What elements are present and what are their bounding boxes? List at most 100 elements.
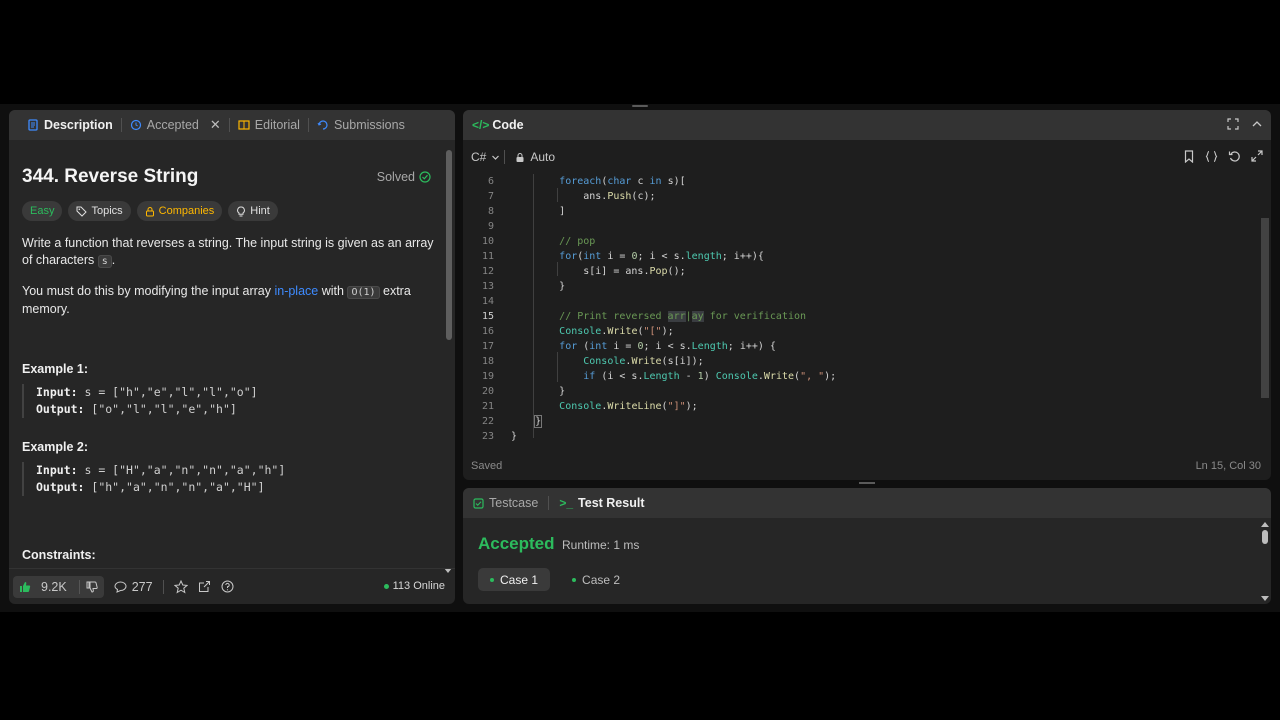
book-icon bbox=[238, 120, 250, 130]
test-result-panel: Testcase >_ Test Result Accepted Runtime… bbox=[463, 488, 1271, 604]
case-2-tab[interactable]: Case 2 bbox=[560, 568, 632, 591]
companies-label: Companies bbox=[158, 205, 215, 217]
line-number: 9 bbox=[487, 221, 494, 232]
cursor-position: Ln 15, Col 30 bbox=[1195, 460, 1261, 472]
panel-resize-handle[interactable] bbox=[859, 482, 875, 484]
check-circle-icon bbox=[419, 171, 431, 183]
inline-code: s bbox=[97, 255, 112, 268]
scroll-down-icon[interactable] bbox=[1261, 596, 1269, 601]
tag-icon bbox=[76, 206, 88, 217]
online-dot-icon bbox=[383, 583, 389, 589]
editor-scrollbar[interactable] bbox=[1261, 218, 1269, 398]
case-1-tab[interactable]: Case 1 bbox=[478, 568, 551, 591]
star-icon[interactable] bbox=[173, 579, 188, 594]
constraints-title: Constraints: bbox=[22, 548, 96, 562]
dislike-button[interactable] bbox=[80, 581, 104, 593]
code-line: ] bbox=[511, 206, 566, 217]
in-place-link[interactable]: in-place bbox=[274, 284, 318, 298]
like-button[interactable]: 9.2K bbox=[13, 580, 79, 594]
tab-editorial-label: Editorial bbox=[254, 118, 300, 132]
lock-icon bbox=[516, 152, 524, 162]
tab-testcase[interactable]: Testcase bbox=[473, 496, 538, 510]
line-number: 12 bbox=[481, 266, 494, 277]
lock-icon bbox=[145, 206, 154, 216]
code-line: Console.Write("["); bbox=[559, 326, 674, 337]
code-panel-title: Code bbox=[492, 118, 524, 132]
line-number: 16 bbox=[481, 326, 494, 337]
description-scrollbar[interactable] bbox=[446, 150, 452, 340]
output-label: Output: bbox=[36, 480, 85, 494]
line-number: 10 bbox=[481, 236, 494, 247]
problem-tags: Easy Topics Companies Hint bbox=[22, 201, 278, 221]
submissions-icon bbox=[317, 120, 328, 130]
code-panel: </> Code C# Auto 6 7 8 9 10 11 12 13 14 … bbox=[463, 110, 1271, 480]
comments-button[interactable]: 277 bbox=[114, 580, 153, 594]
thumbs-up-icon bbox=[20, 581, 31, 592]
solved-label: Solved bbox=[376, 170, 415, 184]
line-number: 7 bbox=[487, 191, 494, 202]
history-icon bbox=[130, 119, 141, 131]
reset-icon[interactable] bbox=[1228, 150, 1241, 163]
line-number: 19 bbox=[481, 371, 494, 382]
thumbs-down-icon bbox=[86, 581, 98, 593]
topics-tag[interactable]: Topics bbox=[68, 201, 131, 221]
help-icon[interactable] bbox=[221, 580, 234, 593]
collapse-icon[interactable] bbox=[1251, 118, 1263, 130]
companies-tag[interactable]: Companies bbox=[136, 201, 223, 221]
statement-text: . bbox=[111, 253, 116, 267]
terminal-icon: >_ bbox=[559, 496, 574, 510]
hint-tag[interactable]: Hint bbox=[228, 201, 278, 221]
difficulty-badge[interactable]: Easy bbox=[22, 201, 63, 221]
input-label: Input: bbox=[36, 385, 78, 399]
language-value: C# bbox=[471, 150, 487, 164]
line-number: 11 bbox=[481, 251, 494, 262]
example-2-block: Input: s = ["H","a","n","n","a","h"] Out… bbox=[22, 462, 422, 496]
left-tabbar: Description Accepted ✕ Editorial Submiss… bbox=[9, 110, 455, 140]
difficulty-label: Easy bbox=[30, 205, 55, 217]
line-number: 21 bbox=[481, 401, 494, 412]
scroll-up-icon[interactable] bbox=[1261, 522, 1269, 527]
close-icon[interactable]: ✕ bbox=[210, 117, 221, 133]
code-line: ans.Push(c); bbox=[511, 191, 656, 202]
editor-statusbar: Saved Ln 15, Col 30 bbox=[471, 460, 1261, 472]
test-scrollbar[interactable] bbox=[1262, 530, 1268, 544]
online-status: 113 Online bbox=[383, 580, 445, 592]
auto-mode[interactable]: Auto bbox=[515, 150, 555, 164]
top-drag-handle[interactable] bbox=[632, 105, 648, 107]
line-number: 6 bbox=[487, 176, 494, 187]
fullscreen-icon[interactable] bbox=[1227, 118, 1239, 130]
language-select[interactable]: C# bbox=[471, 150, 500, 164]
line-number: 15 bbox=[481, 311, 494, 322]
line-number: 17 bbox=[481, 341, 494, 352]
format-braces-icon[interactable] bbox=[1205, 150, 1218, 163]
code-line: Console.WriteLine("]"); bbox=[559, 401, 698, 412]
example-2-output: ["h","a","n","n","a","H"] bbox=[91, 480, 265, 494]
share-icon[interactable] bbox=[198, 580, 211, 593]
tab-accepted[interactable]: Accepted ✕ bbox=[122, 110, 229, 140]
code-line: for(int i = 0; i < s.length; i++){ bbox=[559, 251, 764, 262]
tab-test-result[interactable]: >_ Test Result bbox=[559, 496, 644, 510]
statement-text: with bbox=[318, 284, 348, 298]
line-number: 20 bbox=[481, 386, 494, 397]
online-count: 113 Online bbox=[392, 580, 445, 592]
pass-dot-icon bbox=[490, 577, 494, 582]
bookmark-icon[interactable] bbox=[1183, 150, 1195, 163]
code-header-actions bbox=[1227, 118, 1263, 130]
example-1-input: s = ["h","e","l","l","o"] bbox=[84, 385, 258, 399]
tab-description-label: Description bbox=[44, 118, 113, 132]
tab-submissions[interactable]: Submissions bbox=[309, 110, 413, 140]
code-line: foreach(char c in s)[ bbox=[559, 176, 686, 187]
vote-group: 9.2K bbox=[13, 575, 104, 598]
inline-code: O(1) bbox=[347, 286, 380, 299]
expand-icon[interactable] bbox=[1251, 150, 1263, 162]
code-line: // pop bbox=[559, 236, 596, 247]
code-brackets-icon: </> bbox=[472, 118, 490, 132]
problem-title: 344. Reverse String bbox=[22, 166, 199, 187]
tab-accepted-label: Accepted bbox=[146, 118, 199, 132]
case-tabs: Case 1 Case 2 bbox=[478, 568, 632, 591]
tab-test-result-label: Test Result bbox=[578, 496, 645, 510]
tab-editorial[interactable]: Editorial bbox=[230, 110, 308, 140]
code-editor[interactable]: 6 7 8 9 10 11 12 13 14 15 16 17 18 19 20 21 22 23 foreach… bbox=[463, 174, 1261, 450]
runtime-text: Runtime: 1 ms bbox=[562, 538, 640, 552]
tab-description[interactable]: Description bbox=[19, 110, 121, 140]
